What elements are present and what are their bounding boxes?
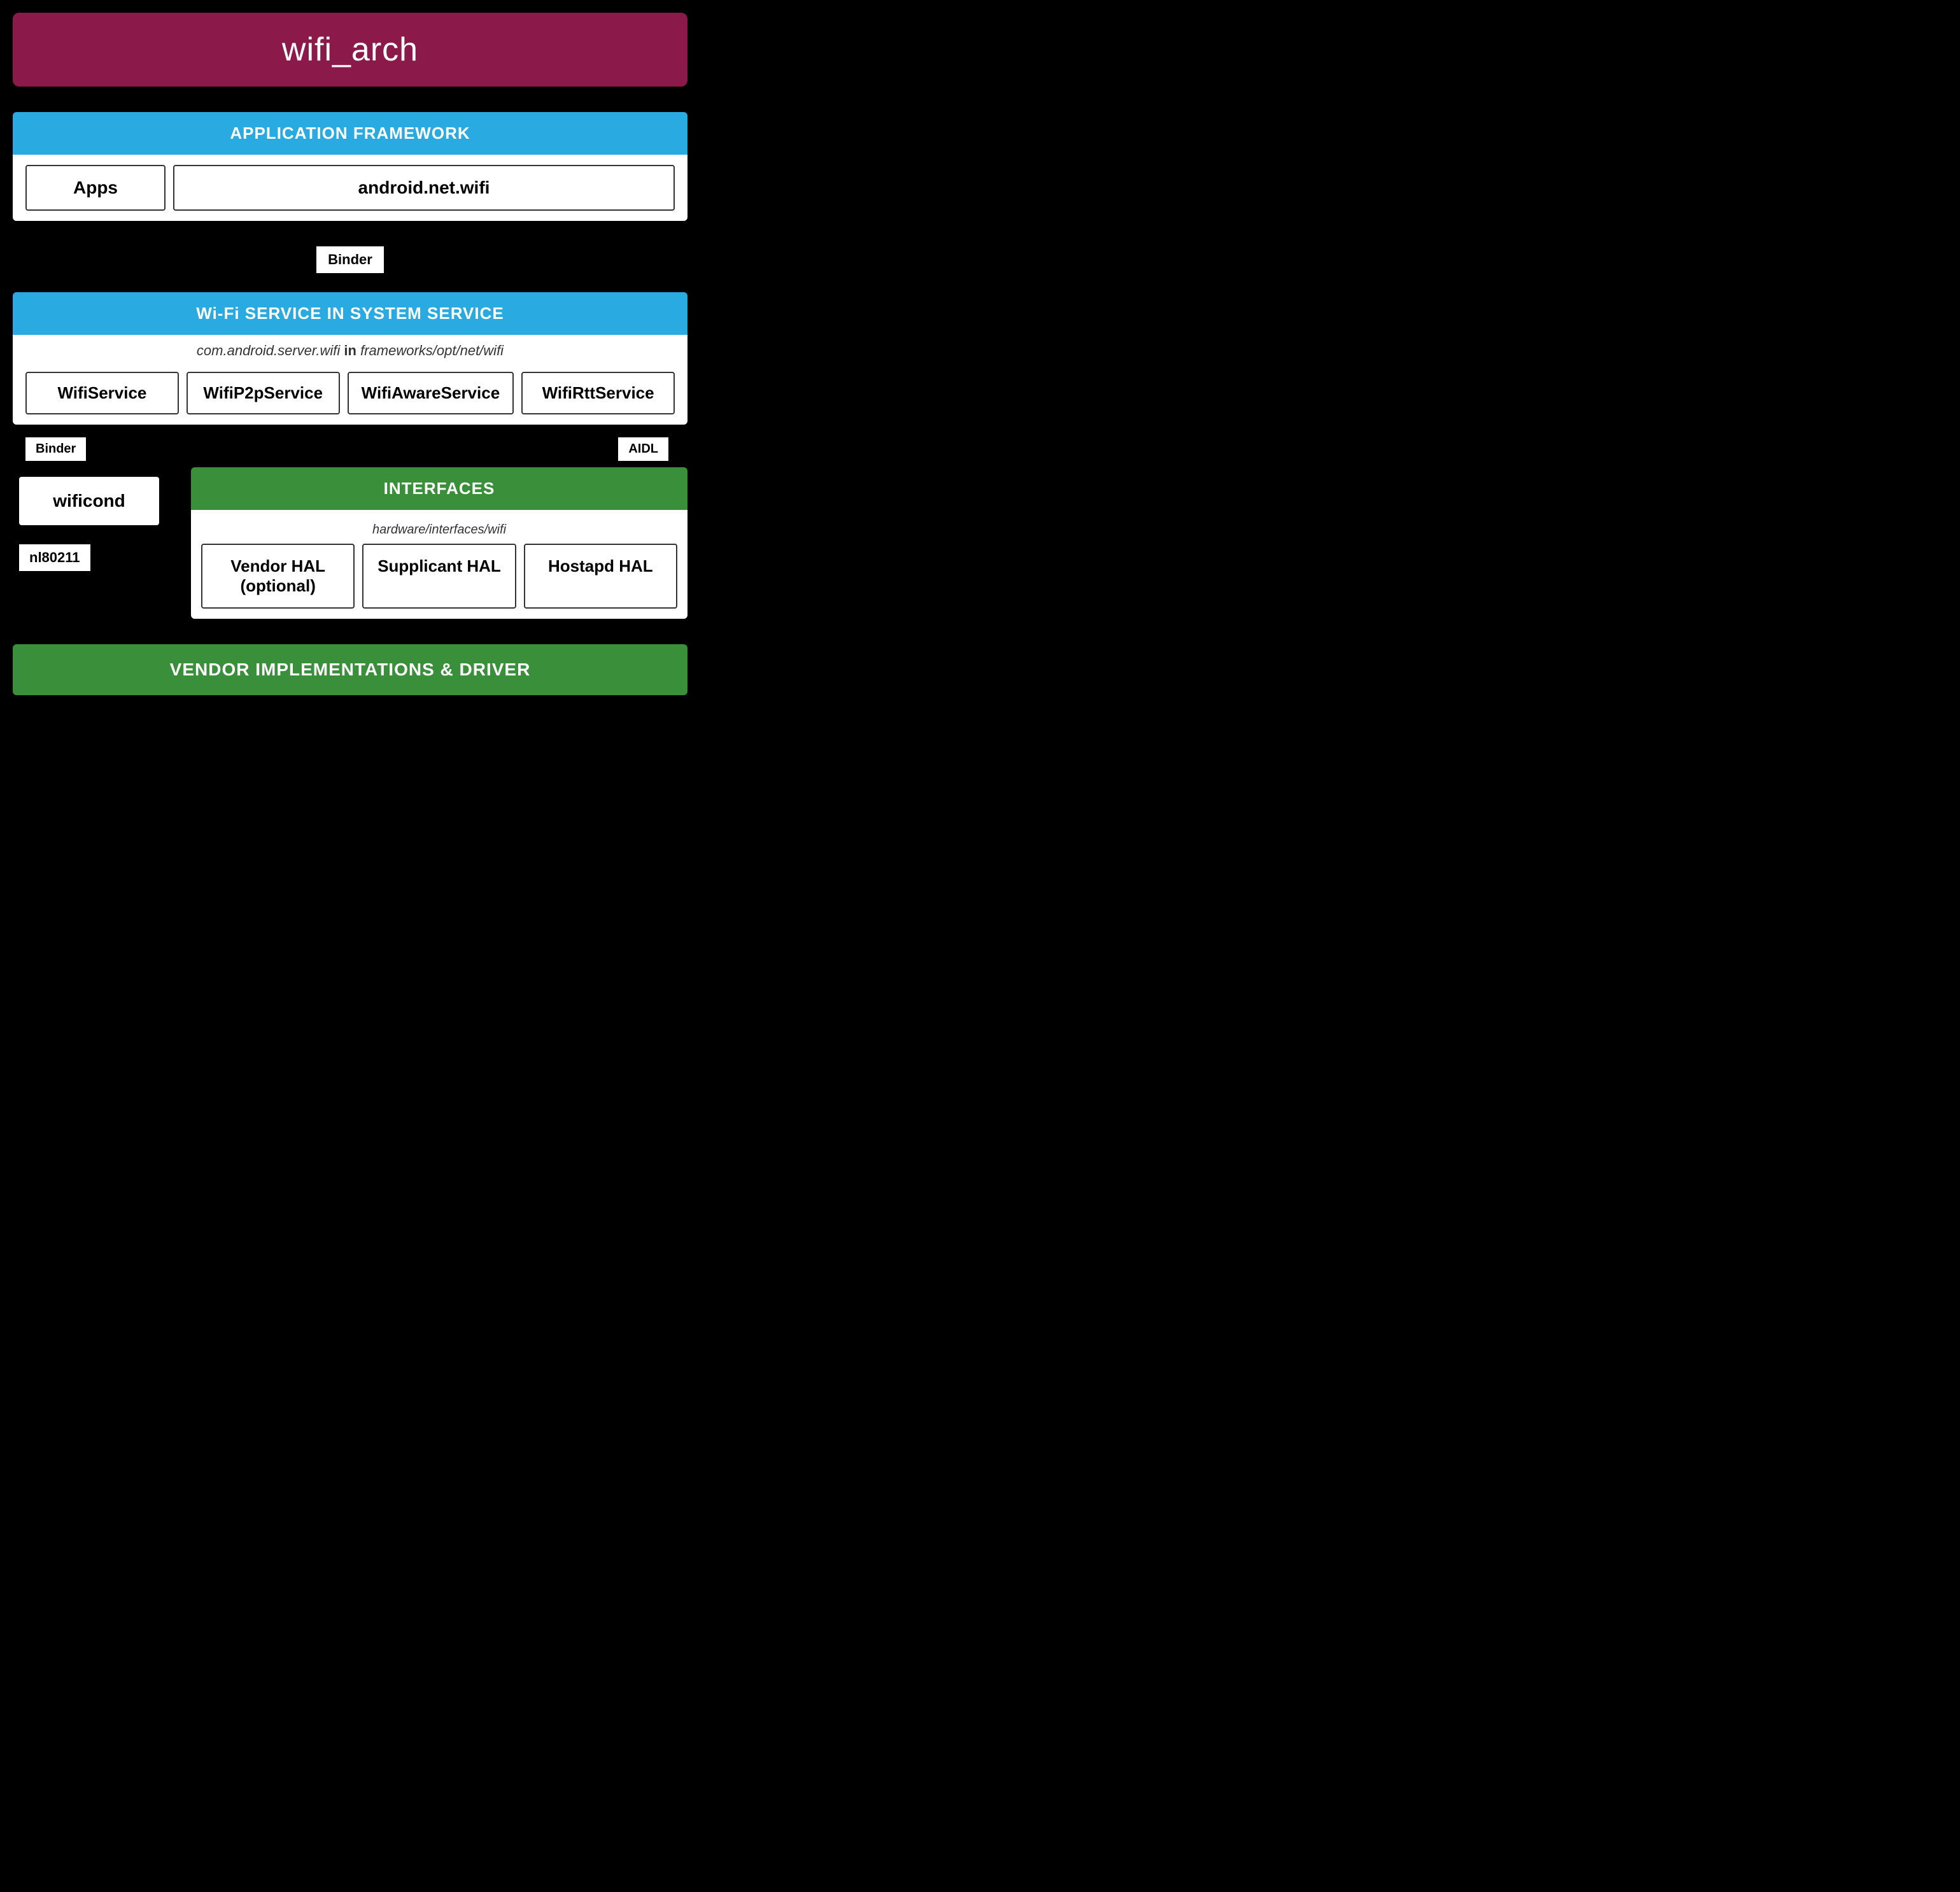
supplicant-hal-box: Supplicant HAL [362, 544, 516, 609]
title-bar: wifi_arch [13, 13, 687, 87]
wifi-service-label: Wi-Fi SERVICE IN SYSTEM SERVICE [196, 304, 504, 323]
wifi-service-box: WifiService [25, 372, 179, 414]
app-framework-section: APPLICATION FRAMEWORK Apps android.net.w… [13, 112, 687, 221]
wifi-p2p-service-box: WifiP2pService [187, 372, 340, 414]
interfaces-header: INTERFACES [191, 467, 687, 510]
aidl-container: AIDL [618, 437, 668, 461]
wifi-service-header: Wi-Fi SERVICE IN SYSTEM SERVICE [13, 292, 687, 335]
android-net-wifi-box: android.net.wifi [173, 165, 675, 211]
wifi-aware-service-box: WifiAwareService [348, 372, 514, 414]
apps-box: Apps [25, 165, 166, 211]
app-framework-label: APPLICATION FRAMEWORK [230, 124, 470, 143]
vendor-implementations-label: VENDOR IMPLEMENTATIONS & DRIVER [170, 660, 531, 679]
interfaces-body: hardware/interfaces/wifi Vendor HAL (opt… [191, 510, 687, 619]
hostapd-hal-box: Hostapd HAL [524, 544, 677, 609]
vendor-hal-box: Vendor HAL (optional) [201, 544, 355, 609]
wificond-col: wificond nl80211 [13, 467, 191, 571]
interfaces-section: INTERFACES hardware/interfaces/wifi Vend… [191, 467, 687, 619]
services-row: WifiService WifiP2pService WifiAwareServ… [13, 364, 687, 425]
app-framework-boxes: Apps android.net.wifi [25, 165, 675, 211]
aidl-label: AIDL [618, 437, 668, 461]
wificond-box: wificond [19, 477, 159, 525]
app-framework-header: APPLICATION FRAMEWORK [13, 112, 687, 155]
binder-label-left: Binder [25, 437, 86, 461]
nl80211-label: nl80211 [19, 544, 90, 571]
app-framework-body: Apps android.net.wifi [13, 155, 687, 221]
binder-left-container: Binder [25, 437, 86, 461]
middle-row: wificond nl80211 INTERFACES hardware/int… [13, 467, 687, 619]
wifi-service-section: Wi-Fi SERVICE IN SYSTEM SERVICE com.andr… [13, 292, 687, 425]
page-title: wifi_arch [25, 31, 675, 69]
hal-row: Vendor HAL (optional) Supplicant HAL Hos… [201, 544, 677, 609]
interfaces-label: INTERFACES [384, 479, 495, 498]
wifi-rtt-service-box: WifiRttService [521, 372, 675, 414]
hardware-path: hardware/interfaces/wifi [201, 518, 677, 544]
wifi-service-subtitle: com.android.server.wifi in frameworks/op… [13, 335, 687, 364]
connector-row: Binder AIDL [13, 431, 687, 467]
binder-label-top: Binder [316, 246, 384, 273]
binder-connector-top: Binder [13, 227, 687, 292]
vendor-implementations-section: VENDOR IMPLEMENTATIONS & DRIVER [13, 644, 687, 695]
